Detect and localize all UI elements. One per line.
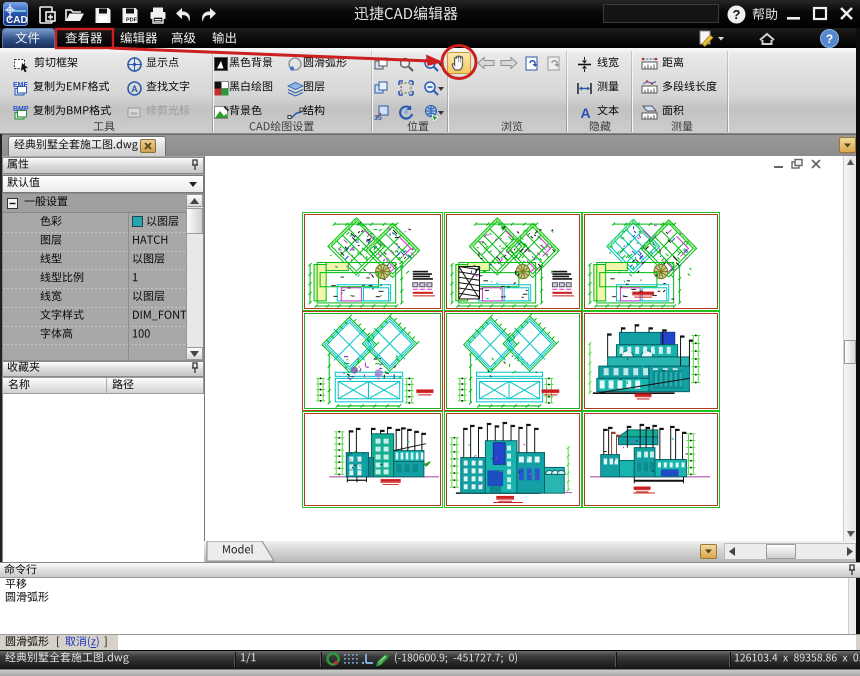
svg-text:A: A [580, 105, 590, 121]
svg-text:?: ? [826, 32, 833, 46]
svg-text:PDF: PDF [126, 18, 138, 24]
svg-text:?: ? [733, 7, 741, 22]
svg-text:35: 35 [374, 115, 382, 121]
svg-text:A: A [131, 84, 138, 94]
svg-text:CAD: CAD [6, 15, 28, 26]
